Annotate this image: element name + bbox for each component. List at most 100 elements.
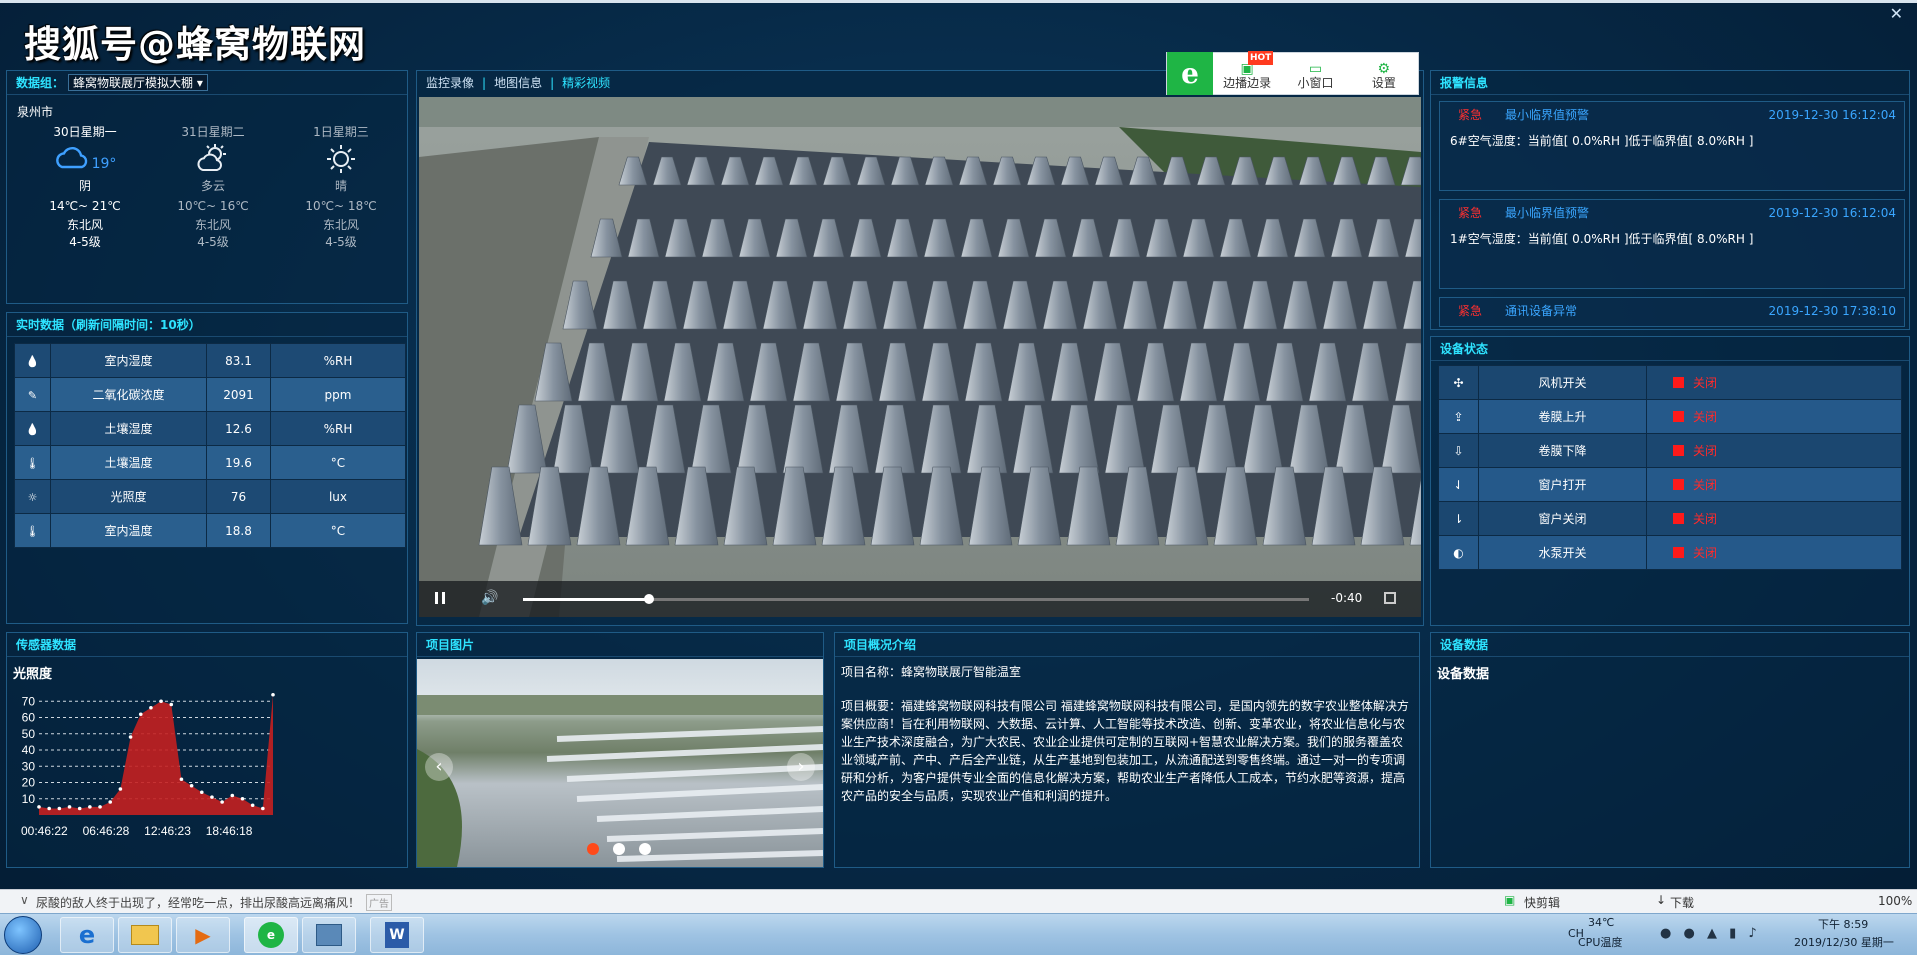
device-status-title: 设备状态: [1431, 337, 1909, 361]
settings-button[interactable]: ⚙ 设置: [1350, 57, 1418, 90]
toolbox-icon[interactable]: [302, 917, 356, 953]
tab-monitor[interactable]: 监控录像: [426, 76, 474, 90]
data-group-bar: 数据组： 蜂窝物联展厅模拟大棚 ▾: [7, 71, 407, 95]
progress-track[interactable]: [523, 594, 1309, 604]
alarm-message: 6#空气湿度：当前值[ 0.0%RH ]低于临界值[ 8.0%RH ]: [1450, 134, 1754, 148]
sensor-unit: ppm: [270, 377, 406, 412]
weather-condition: 晴: [334, 179, 347, 193]
alarm-type: 通讯设备异常: [1505, 304, 1578, 318]
weather-wind-level: 4-5级: [69, 235, 101, 249]
tab-map[interactable]: 地图信息: [494, 76, 542, 90]
tab-video[interactable]: 精彩视频: [562, 76, 610, 90]
weather-temp-now: 19°: [91, 156, 117, 172]
alarm-time: 2019-12-30 16:12:04: [1768, 206, 1896, 220]
record-label: 边播边录: [1223, 76, 1272, 90]
device-row: ◐ 水泵开关 关闭: [1438, 535, 1902, 570]
weather-date: 30日星期一: [53, 125, 117, 139]
tray-icons[interactable]: ● ● ▲ ▮ ♪: [1660, 926, 1761, 941]
download-icon[interactable]: ↓: [1656, 893, 1666, 907]
news-ticker[interactable]: 尿酸的敌人终于出现了，经常吃一点，排出尿酸高远离痛风！: [36, 894, 360, 911]
quick-cut-label[interactable]: 快剪辑: [1524, 894, 1560, 911]
alarm-level: 紧急: [1458, 108, 1483, 122]
video-controls: 🔊 -0:40: [419, 581, 1421, 617]
alarm-item[interactable]: 紧急 最小临界值预警 2019-12-30 16:12:04 1#空气湿度：当前值[…: [1439, 199, 1905, 289]
alarm-item[interactable]: 紧急 通讯设备异常 2019-12-30 17:38:10: [1439, 297, 1905, 327]
data-point: [230, 793, 235, 798]
project-image-panel: 项目图片 ‹ ›: [416, 632, 824, 868]
device-status[interactable]: 关闭: [1646, 501, 1902, 536]
carousel-dot[interactable]: [587, 843, 599, 855]
fullscreen-icon[interactable]: [1384, 592, 1396, 604]
chevron-down-icon[interactable]: ∨: [20, 893, 29, 907]
weather-wind-level: 4-5级: [325, 235, 357, 249]
data-point: [138, 712, 143, 717]
device-name: 水泵开关: [1478, 535, 1647, 570]
word-icon[interactable]: W: [370, 917, 424, 953]
weather-range: 10℃~ 18℃: [305, 199, 377, 213]
alarm-item[interactable]: 紧急 最小临界值预警 2019-12-30 16:12:04 6#空气湿度：当前值[…: [1439, 101, 1905, 191]
device-table: ✣ 风机开关 关闭 ⇪ 卷膜上升 关闭 ⇩ 卷膜下降 关闭 ⇃ 窗户打开 关闭 ⇂ 窗户关闭 关闭 ◐ 水泵开关…: [1438, 365, 1902, 570]
data-group-select[interactable]: 蜂窝物联展厅模拟大棚 ▾: [68, 74, 208, 91]
alarm-type: 最小临界值预警: [1505, 206, 1590, 220]
alarm-time: 2019-12-30 17:38:10: [1768, 304, 1896, 318]
data-point: [128, 735, 133, 739]
clock-date[interactable]: 2019/12/30 星期一: [1794, 934, 1894, 950]
record-button[interactable]: ▣ HOT 边播边录: [1213, 51, 1281, 90]
sensor-name: 土壤湿度: [50, 411, 207, 446]
weather-wind-dir: 东北风: [66, 218, 103, 232]
alarm-level: 紧急: [1458, 304, 1483, 318]
folder-icon[interactable]: [118, 917, 172, 953]
device-status[interactable]: 关闭: [1646, 467, 1902, 502]
progress-knob[interactable]: [643, 594, 654, 604]
realtime-title: 实时数据（刷新间隔时间：10秒）: [7, 313, 407, 337]
quick-cut-icon[interactable]: ▣: [1504, 893, 1515, 907]
data-point: [118, 787, 123, 791]
co2-icon: ✎: [14, 377, 51, 412]
media-player-icon[interactable]: ▶: [176, 917, 230, 953]
data-point: [159, 699, 163, 704]
device-name: 窗户打开: [1478, 467, 1647, 502]
pause-icon[interactable]: [435, 592, 445, 604]
weather-condition: 多云: [200, 179, 225, 193]
device-data-panel: 设备数据 设备数据: [1430, 632, 1910, 868]
sort-asc-icon: ⇃: [1438, 467, 1479, 502]
carousel-next-button[interactable]: ›: [787, 753, 815, 781]
carousel-prev-button[interactable]: ‹: [425, 753, 453, 781]
status-label: 关闭: [1693, 512, 1718, 526]
carousel-dot[interactable]: [613, 843, 625, 855]
device-name: 窗户关闭: [1478, 501, 1647, 536]
download-label[interactable]: 下载: [1670, 894, 1694, 911]
browser-360-icon[interactable]: e: [244, 917, 298, 953]
close-icon[interactable]: ✕: [1890, 4, 1903, 23]
mini-window-button[interactable]: ▭ 小窗口: [1281, 57, 1349, 90]
device-status-panel: 设备状态 ✣ 风机开关 关闭 ⇪ 卷膜上升 关闭 ⇩ 卷膜下降 关闭 ⇃ 窗户打开 关闭 ⇂ 窗户关闭 关闭…: [1430, 336, 1910, 626]
status-indicator: [1673, 513, 1684, 524]
device-status[interactable]: 关闭: [1646, 535, 1902, 570]
sensor-value: 18.8: [206, 513, 271, 548]
sensor-panel: 传感器数据 光照度 10 20 30 40 50 60 70 00:46:22 06:46:28…: [6, 632, 408, 868]
device-status[interactable]: 关闭: [1646, 433, 1902, 468]
sensor-unit: %RH: [270, 411, 406, 446]
toggle-icon: ◐: [1438, 535, 1479, 570]
browser-video-toolbar: e ▣ HOT 边播边录 ▭ 小窗口 ⚙ 设置: [1166, 51, 1419, 95]
device-status[interactable]: 关闭: [1646, 365, 1902, 400]
video-player[interactable]: 🔊 -0:40: [419, 97, 1421, 617]
weather-day: 31日星期二 多云 10℃~ 16℃ 东北风 4-5级: [149, 122, 277, 250]
carousel-dot[interactable]: [639, 843, 651, 855]
volume-icon[interactable]: 🔊: [481, 590, 498, 606]
download-icon: ⇩: [1438, 433, 1479, 468]
clock-time[interactable]: 下午 8:59: [1818, 916, 1868, 932]
upload-icon: ⇪: [1438, 399, 1479, 434]
video-panel: 监控录像 | 地图信息 | 精彩视频 🔊 -0:40: [416, 70, 1424, 626]
zoom-label[interactable]: 100%: [1878, 894, 1912, 908]
realtime-row: 💧 室内湿度 83.1 %RH: [14, 343, 406, 378]
device-status[interactable]: 关闭: [1646, 399, 1902, 434]
device-row: ✣ 风机开关 关闭: [1438, 365, 1902, 400]
ie-icon[interactable]: e: [60, 917, 114, 953]
start-button[interactable]: [4, 916, 42, 954]
status-label: 关闭: [1693, 546, 1718, 560]
device-data-heading: 设备数据: [1437, 667, 1490, 682]
status-indicator: [1673, 445, 1684, 456]
weather-condition: 阴: [78, 179, 91, 193]
status-label: 关闭: [1693, 444, 1718, 458]
